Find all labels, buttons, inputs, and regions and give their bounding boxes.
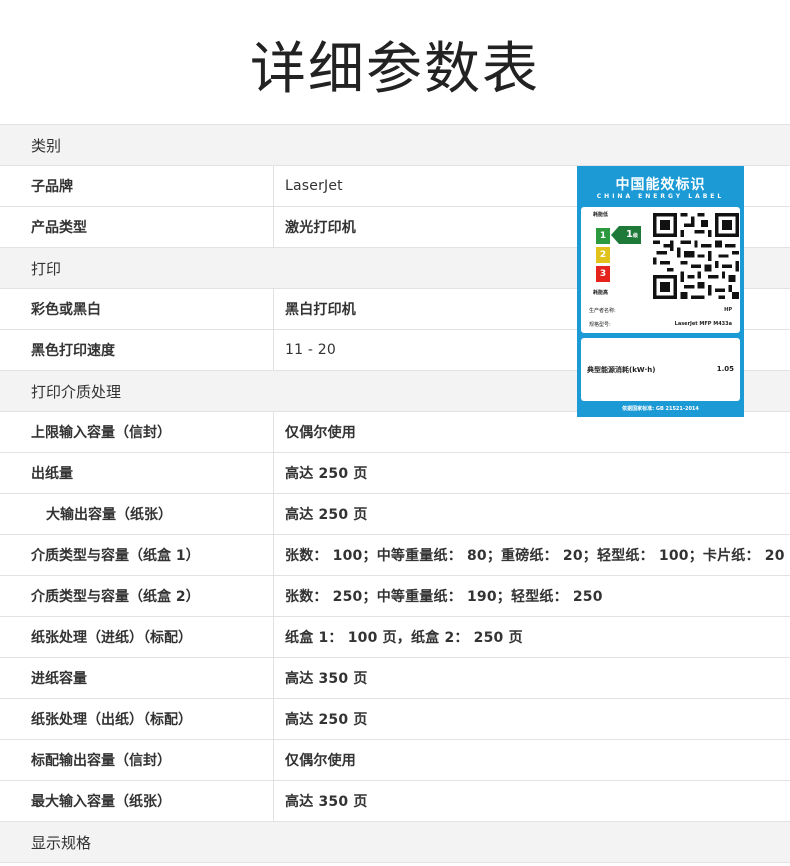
energy-label-title: 中国能效标识	[615, 177, 706, 193]
section-title: 类别	[31, 136, 62, 155]
section-title: 打印介质处理	[31, 382, 122, 401]
consumption-label: 典型能源消耗(kW·h)	[587, 366, 656, 374]
manufacturer-label: 生产者名称:	[589, 308, 616, 314]
section-header: 类别	[0, 125, 790, 166]
spec-label: 子品牌	[0, 166, 274, 206]
spec-value: 11 - 20	[285, 342, 336, 358]
spec-row: 上限输入容量（信封） 仅偶尔使用	[0, 412, 790, 453]
spec-label: 产品类型	[0, 207, 274, 247]
spec-value: 激光打印机	[285, 220, 356, 236]
spec-value: 高达 350 页	[285, 671, 368, 687]
current-grade-indicator: 1级	[619, 226, 641, 244]
spec-label: 纸张处理（进纸）（标配）	[0, 617, 274, 657]
spec-value: 高达 250 页	[285, 507, 368, 523]
grade-suffix: 级	[632, 233, 638, 239]
spec-label: 介质类型与容量（纸盒 1）	[0, 535, 274, 575]
energy-label: 中国能效标识 CHINA ENERGY LABEL 耗能低 1 2 3 1级 耗…	[577, 166, 744, 417]
spec-label: 标配输出容量（信封）	[0, 740, 274, 780]
energy-grade-panel: 耗能低 1 2 3 1级 耗能高 生产者名称: HP 规格型号: LaserJe…	[581, 207, 740, 333]
page-title: 详细参数表	[250, 37, 540, 102]
spec-row: 标配输出容量（信封） 仅偶尔使用	[0, 740, 790, 781]
spec-label: 彩色或黑白	[0, 289, 274, 329]
spec-value: 高达 250 页	[285, 712, 368, 728]
spec-value: 张数： 250；中等重量纸： 190；轻型纸： 250	[285, 589, 603, 605]
spec-label: 最大输入容量（纸张）	[0, 781, 274, 821]
spec-value: 黑白打印机	[285, 302, 356, 318]
spec-row: 大输出容量（纸张） 高达 250 页	[0, 494, 790, 535]
spec-value: 仅偶尔使用	[285, 753, 356, 769]
section-title: 显示规格	[31, 833, 92, 852]
section-title: 打印	[31, 259, 62, 278]
grade-pointer-icon	[611, 226, 619, 244]
spec-row: 进纸容量 高达 350 页	[0, 658, 790, 699]
qr-code-icon	[653, 213, 739, 299]
spec-label: 纸张处理（出纸）（标配）	[0, 699, 274, 739]
spec-value: 高达 350 页	[285, 794, 368, 810]
low-consumption-label: 耗能低	[593, 212, 609, 218]
spec-row: 介质类型与容量（纸盒 2） 张数： 250；中等重量纸： 190；轻型纸： 250	[0, 576, 790, 617]
spec-value: 张数： 100；中等重量纸： 80；重磅纸： 20；轻型纸： 100；卡片纸： …	[285, 548, 785, 564]
grade-3-bar: 3	[596, 266, 610, 282]
section-header: 显示规格	[0, 822, 790, 863]
grade-1-bar: 1	[596, 228, 610, 244]
spec-label: 出纸量	[0, 453, 274, 493]
spec-label: 进纸容量	[0, 658, 274, 698]
spec-label: 黑色打印速度	[0, 330, 274, 370]
manufacturer-value: HP	[724, 307, 732, 313]
spec-row: 最大输入容量（纸张） 高达 350 页	[0, 781, 790, 822]
model-label: 规格型号:	[589, 322, 611, 328]
spec-value: 高达 250 页	[285, 466, 368, 482]
spec-value: 纸盒 1： 100 页，纸盒 2： 250 页	[285, 630, 523, 646]
spec-value: LaserJet	[285, 178, 343, 194]
spec-label: 大输出容量（纸张）	[0, 494, 274, 534]
spec-label: 上限输入容量（信封）	[0, 412, 274, 452]
high-consumption-label: 耗能高	[593, 290, 609, 296]
grade-2-bar: 2	[596, 247, 610, 263]
spec-row: 出纸量 高达 250 页	[0, 453, 790, 494]
current-grade: 1	[626, 229, 633, 240]
energy-label-subtitle: CHINA ENERGY LABEL	[596, 193, 725, 200]
spec-value: 仅偶尔使用	[285, 425, 356, 441]
spec-row: 介质类型与容量（纸盒 1） 张数： 100；中等重量纸： 80；重磅纸： 20；轻…	[0, 535, 790, 576]
energy-standard: 依据国家标准: GB 21521-2014	[622, 406, 699, 412]
spec-label: 介质类型与容量（纸盒 2）	[0, 576, 274, 616]
spec-row: 纸张处理（出纸）（标配） 高达 250 页	[0, 699, 790, 740]
energy-consumption-panel: 典型能源消耗(kW·h) 1.05	[581, 338, 740, 401]
model-value: LaserJet MFP M433a	[674, 321, 732, 327]
consumption-value: 1.05	[716, 365, 734, 373]
spec-row: 纸张处理（进纸）（标配） 纸盒 1： 100 页，纸盒 2： 250 页	[0, 617, 790, 658]
